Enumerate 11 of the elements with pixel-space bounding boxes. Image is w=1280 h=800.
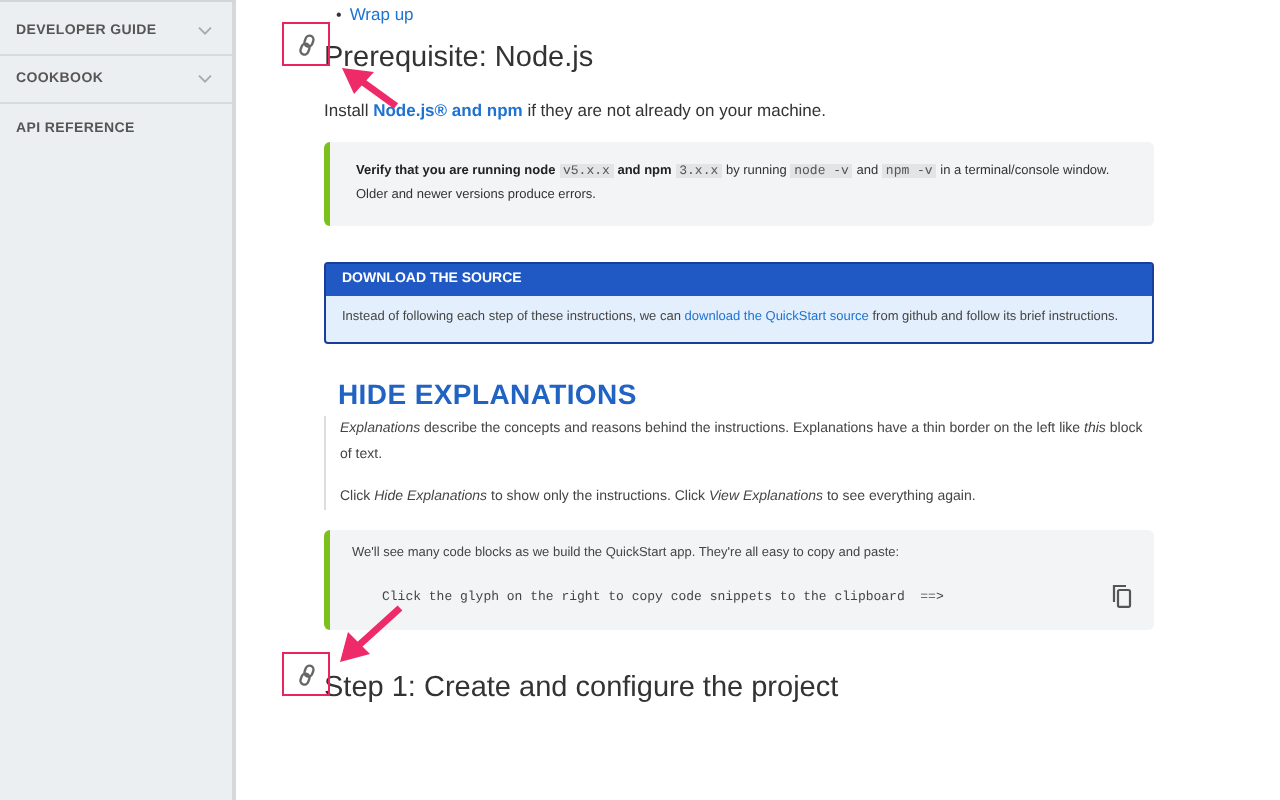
intro-text: Install Node.js® and npm if they are not already on your machine. [324,98,828,124]
nodejs-link[interactable]: Node.js® and npm [373,100,523,120]
bullet-marker: • [336,5,342,23]
toggle-heading[interactable]: HIDE EXPLANATIONS [338,378,1154,410]
toc-link[interactable]: Wrap up [349,4,414,24]
link-icon[interactable] [297,33,315,55]
copy-icon[interactable] [1112,584,1132,608]
link-icon[interactable] [297,663,315,685]
annotation-arrow [338,604,406,664]
chevron-down-icon [198,74,212,84]
chevron-down-icon [198,26,212,36]
